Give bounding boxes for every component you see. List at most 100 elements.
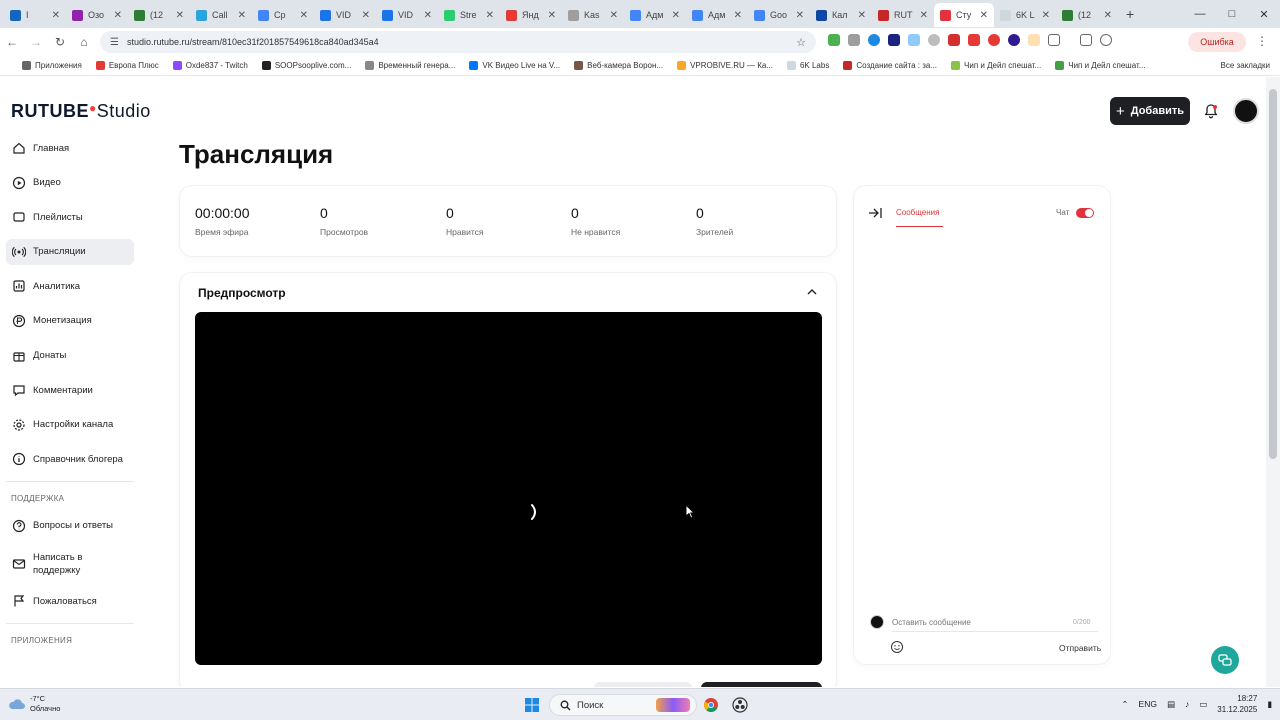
sidebar-item-flag[interactable]: Пожаловаться xyxy=(6,588,134,614)
secondary-action-button[interactable] xyxy=(594,682,692,687)
bookmark-item[interactable]: Чип и Дейл спешат... xyxy=(1055,61,1145,70)
sidebar-item-broadcast[interactable]: Трансляции xyxy=(6,238,134,265)
stream-preview-player[interactable] xyxy=(195,312,822,665)
extension-icon[interactable] xyxy=(868,34,880,46)
site-info-icon[interactable]: ☰ xyxy=(110,37,119,48)
sidebar-item-settings[interactable]: Настройки канала xyxy=(6,412,134,438)
sidebar-item-donate[interactable]: Донаты xyxy=(6,343,134,369)
chevron-up-icon[interactable] xyxy=(806,287,818,297)
close-tab-icon[interactable]: ✕ xyxy=(52,10,60,21)
browser-tab[interactable]: I ✕ xyxy=(4,3,66,27)
sidebar-item-home[interactable]: Главная xyxy=(6,135,134,161)
close-tab-icon[interactable]: ✕ xyxy=(176,10,184,21)
chrome-icon[interactable] xyxy=(703,697,719,713)
language-indicator[interactable]: ENG xyxy=(1139,699,1157,709)
sidebar-item-comment[interactable]: Комментарии xyxy=(6,377,134,403)
close-tab-icon[interactable]: ✕ xyxy=(920,10,928,21)
browser-tab[interactable]: Адм ✕ xyxy=(686,3,748,27)
extension-icon[interactable] xyxy=(908,34,920,46)
bookmark-item[interactable]: VPROBIVE.RU — Ка... xyxy=(677,61,773,70)
battery-icon[interactable]: ▭ xyxy=(1199,699,1207,710)
sidebar-item-mail[interactable]: Написать в поддержку xyxy=(6,548,134,580)
close-window-icon[interactable]: ✕ xyxy=(1248,8,1280,21)
browser-tab[interactable]: VID ✕ xyxy=(376,3,438,27)
page-scrollbar[interactable] xyxy=(1266,77,1280,687)
browser-tab[interactable]: Адм ✕ xyxy=(624,3,686,27)
browser-tab[interactable]: Ср ✕ xyxy=(252,3,314,27)
clock[interactable]: 18:27 31.12.2025 xyxy=(1217,693,1257,715)
extension-icon[interactable] xyxy=(828,34,840,46)
user-avatar[interactable] xyxy=(1233,98,1259,124)
bookmark-star-icon[interactable]: ☆ xyxy=(796,36,806,49)
tab-messages[interactable]: Сообщения xyxy=(896,208,939,217)
bookmark-item[interactable]: 6K Labs xyxy=(786,61,829,70)
notifications-tray-icon[interactable]: ▮ xyxy=(1267,699,1272,710)
close-tab-icon[interactable]: ✕ xyxy=(1104,10,1112,21)
close-tab-icon[interactable]: ✕ xyxy=(610,10,618,21)
windows-start-icon[interactable] xyxy=(524,697,540,713)
all-bookmarks-button[interactable]: Все закладки xyxy=(1221,61,1270,70)
profile-error-button[interactable]: Ошибка xyxy=(1188,32,1246,52)
close-tab-icon[interactable]: ✕ xyxy=(238,10,246,21)
browser-tab[interactable]: Call ✕ xyxy=(190,3,252,27)
home-browser-icon[interactable]: ⌂ xyxy=(72,35,96,49)
chevron-up-tray-icon[interactable]: ⌃ xyxy=(1121,699,1128,710)
browser-menu-icon[interactable]: ⋮ xyxy=(1256,34,1268,48)
browser-tab[interactable]: (12 ✕ xyxy=(128,3,190,27)
address-bar[interactable]: ☰ studio.rutube.ru/stream/810ec31f201857… xyxy=(100,31,816,53)
browser-tab[interactable]: VID ✕ xyxy=(314,3,376,27)
extension-icon[interactable] xyxy=(928,34,940,46)
support-chat-button[interactable] xyxy=(1211,646,1239,674)
sidebar-item-info[interactable]: Справочник блогера xyxy=(6,446,134,472)
extension-icon[interactable] xyxy=(888,34,900,46)
extension-icon[interactable] xyxy=(948,34,960,46)
forward-icon[interactable]: → xyxy=(24,35,48,49)
sidebar-item-playlist[interactable]: Плейлисты xyxy=(6,204,134,230)
send-button[interactable]: Отправить xyxy=(1059,643,1101,653)
extension-icon[interactable] xyxy=(968,34,980,46)
browser-tab[interactable]: Kas ✕ xyxy=(562,3,624,27)
back-icon[interactable]: ← xyxy=(0,35,24,49)
close-tab-icon[interactable]: ✕ xyxy=(1042,10,1050,21)
browser-tab[interactable]: (12 ✕ xyxy=(1056,3,1118,27)
close-tab-icon[interactable]: ✕ xyxy=(858,10,866,21)
close-tab-icon[interactable]: ✕ xyxy=(796,10,804,21)
minimize-icon[interactable]: — xyxy=(1184,8,1216,20)
collapse-chat-icon[interactable] xyxy=(868,207,882,219)
rutube-studio-logo[interactable]: RUTUBE●Studio xyxy=(11,101,151,122)
sidebar-item-video[interactable]: Видео xyxy=(6,170,134,196)
scrollbar-thumb[interactable] xyxy=(1269,89,1277,459)
bookmark-item[interactable]: Приложения xyxy=(22,61,82,70)
media-control-icon[interactable] xyxy=(1080,34,1092,46)
taskbar-search[interactable]: Поиск xyxy=(549,694,697,716)
browser-tab[interactable]: Goo ✕ xyxy=(748,3,810,27)
chat-message-input[interactable] xyxy=(892,614,1098,632)
close-tab-icon[interactable]: ✕ xyxy=(548,10,556,21)
close-tab-icon[interactable]: ✕ xyxy=(114,10,122,21)
sidebar-item-analytics[interactable]: Аналитика xyxy=(6,273,134,299)
notifications-bell-icon[interactable] xyxy=(1203,103,1219,119)
extension-icon[interactable] xyxy=(848,34,860,46)
primary-action-button[interactable] xyxy=(701,682,822,687)
obs-icon[interactable] xyxy=(732,697,748,713)
bookmark-item[interactable]: VK Видео Live на V... xyxy=(469,61,560,70)
bookmark-item[interactable]: Oxde837 - Twitch xyxy=(172,61,248,70)
extension-icon[interactable] xyxy=(1008,34,1020,46)
profile-icon[interactable] xyxy=(1100,34,1112,46)
extension-icon[interactable] xyxy=(1028,34,1040,46)
network-icon[interactable]: ▤ xyxy=(1167,699,1175,710)
close-tab-icon[interactable]: ✕ xyxy=(424,10,432,21)
bookmark-item[interactable]: Создание сайта : за... xyxy=(843,61,937,70)
sidebar-item-monetization[interactable]: Монетизация xyxy=(6,308,134,334)
close-tab-icon[interactable]: ✕ xyxy=(362,10,370,21)
browser-tab[interactable]: RUT ✕ xyxy=(872,3,934,27)
maximize-icon[interactable]: □ xyxy=(1216,8,1248,20)
extensions-puzzle-icon[interactable] xyxy=(1048,34,1060,46)
emoji-icon[interactable] xyxy=(890,640,904,654)
extension-icon[interactable] xyxy=(988,34,1000,46)
browser-tab[interactable]: Озо ✕ xyxy=(66,3,128,27)
bookmark-item[interactable]: Чип и Дейл спешат... xyxy=(951,61,1041,70)
weather-widget[interactable]: -7°C Облачно xyxy=(8,694,60,714)
reload-icon[interactable]: ↻ xyxy=(48,35,72,49)
new-tab-icon[interactable]: + xyxy=(1126,6,1134,22)
